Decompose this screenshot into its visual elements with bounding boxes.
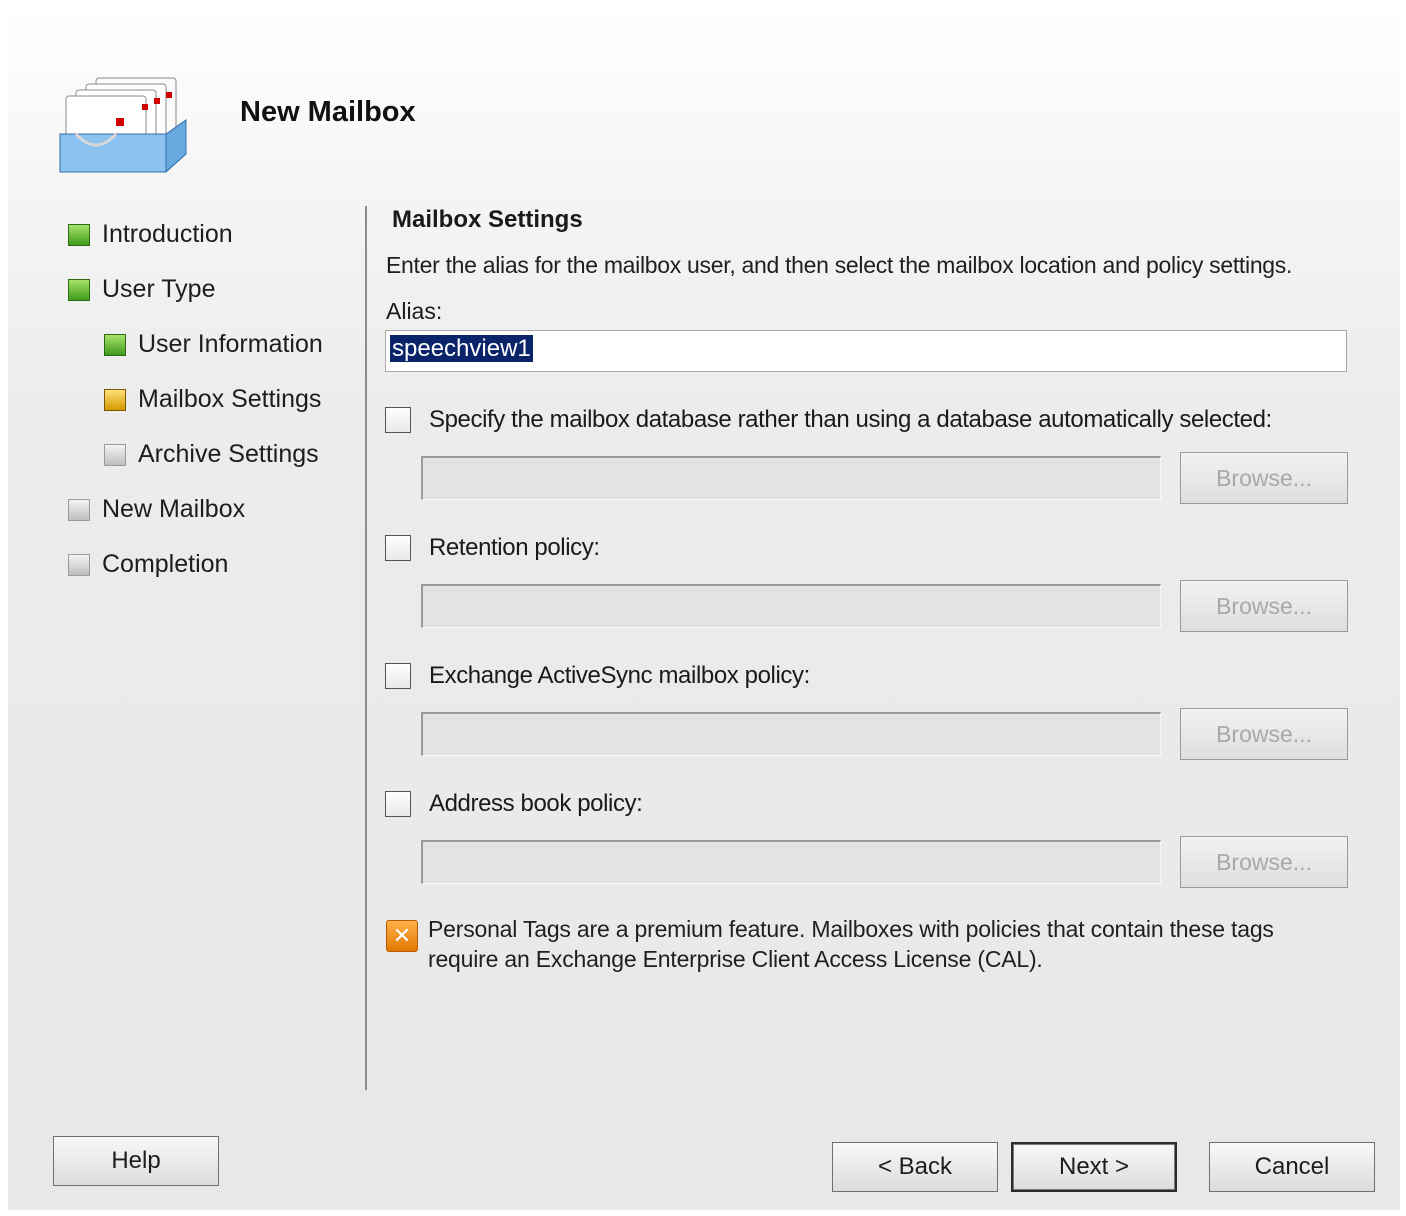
completed-step-icon [68,223,90,246]
nav-step-label: Introduction [102,220,233,248]
specify-database-checkbox[interactable] [385,407,411,433]
checkbox-label: Specify the mailbox database rather than… [429,406,1272,433]
nav-step-mailbox-settings[interactable]: Mailbox Settings [104,385,321,414]
retention-policy-checkbox[interactable] [385,535,411,561]
nav-step-label: Archive Settings [138,440,319,468]
nav-step-label: Mailbox Settings [138,385,322,413]
retention-policy-field [421,584,1161,628]
address-book-policy-browse-button: Browse... [1180,836,1348,888]
premium-feature-notice: ✕ Personal Tags are a premium feature. M… [386,914,1328,974]
pending-step-icon [68,498,90,521]
specify-database-checkbox-row[interactable]: Specify the mailbox database rather than… [385,406,1272,434]
nav-step-user-information[interactable]: User Information [104,330,323,359]
nav-step-completion[interactable]: Completion [68,550,228,579]
address-book-policy-field [421,840,1161,884]
checkbox-label: Address book policy: [429,790,643,817]
section-title: Mailbox Settings [392,206,583,233]
current-step-icon [104,388,126,411]
activesync-policy-checkbox[interactable] [385,663,411,689]
nav-divider [365,206,367,1090]
warning-icon: ✕ [386,920,418,952]
alias-input-value: speechview1 [390,335,533,362]
activesync-policy-field [421,712,1161,756]
completed-step-icon [104,333,126,356]
alias-label: Alias: [386,298,443,324]
nav-step-label: User Information [138,330,323,358]
checkbox-label: Exchange ActiveSync mailbox policy: [429,662,810,689]
mailbox-settings-panel: Mailbox Settings Enter the alias for the… [384,10,1384,1110]
address-book-policy-checkbox[interactable] [385,791,411,817]
help-button[interactable]: Help [53,1136,219,1186]
notice-text: Personal Tags are a premium feature. Mai… [428,916,1274,972]
back-button[interactable]: < Back [832,1142,998,1192]
section-description: Enter the alias for the mailbox user, an… [386,252,1293,278]
nav-step-label: Completion [102,550,229,578]
cancel-button[interactable]: Cancel [1209,1142,1375,1192]
database-browse-button: Browse... [1180,452,1348,504]
nav-step-user-type[interactable]: User Type [68,275,215,304]
checkbox-label: Retention policy: [429,534,600,561]
nav-step-label: User Type [102,275,216,303]
completed-step-icon [68,278,90,301]
pending-step-icon [68,553,90,576]
mailbox-stack-icon [59,77,187,173]
retention-policy-browse-button: Browse... [1180,580,1348,632]
activesync-policy-checkbox-row[interactable]: Exchange ActiveSync mailbox policy: [385,662,810,690]
database-field [421,456,1161,500]
address-book-policy-checkbox-row[interactable]: Address book policy: [385,790,643,818]
nav-step-archive-settings[interactable]: Archive Settings [104,440,319,469]
nav-step-label: New Mailbox [102,495,246,523]
pending-step-icon [104,443,126,466]
activesync-policy-browse-button: Browse... [1180,708,1348,760]
nav-step-introduction[interactable]: Introduction [68,220,233,249]
next-button[interactable]: Next > [1011,1142,1177,1192]
nav-step-new-mailbox[interactable]: New Mailbox [68,495,245,524]
new-mailbox-wizard: New Mailbox Introduction User Type User … [8,10,1400,1210]
alias-input[interactable]: speechview1 [385,330,1347,372]
retention-policy-checkbox-row[interactable]: Retention policy: [385,534,600,562]
